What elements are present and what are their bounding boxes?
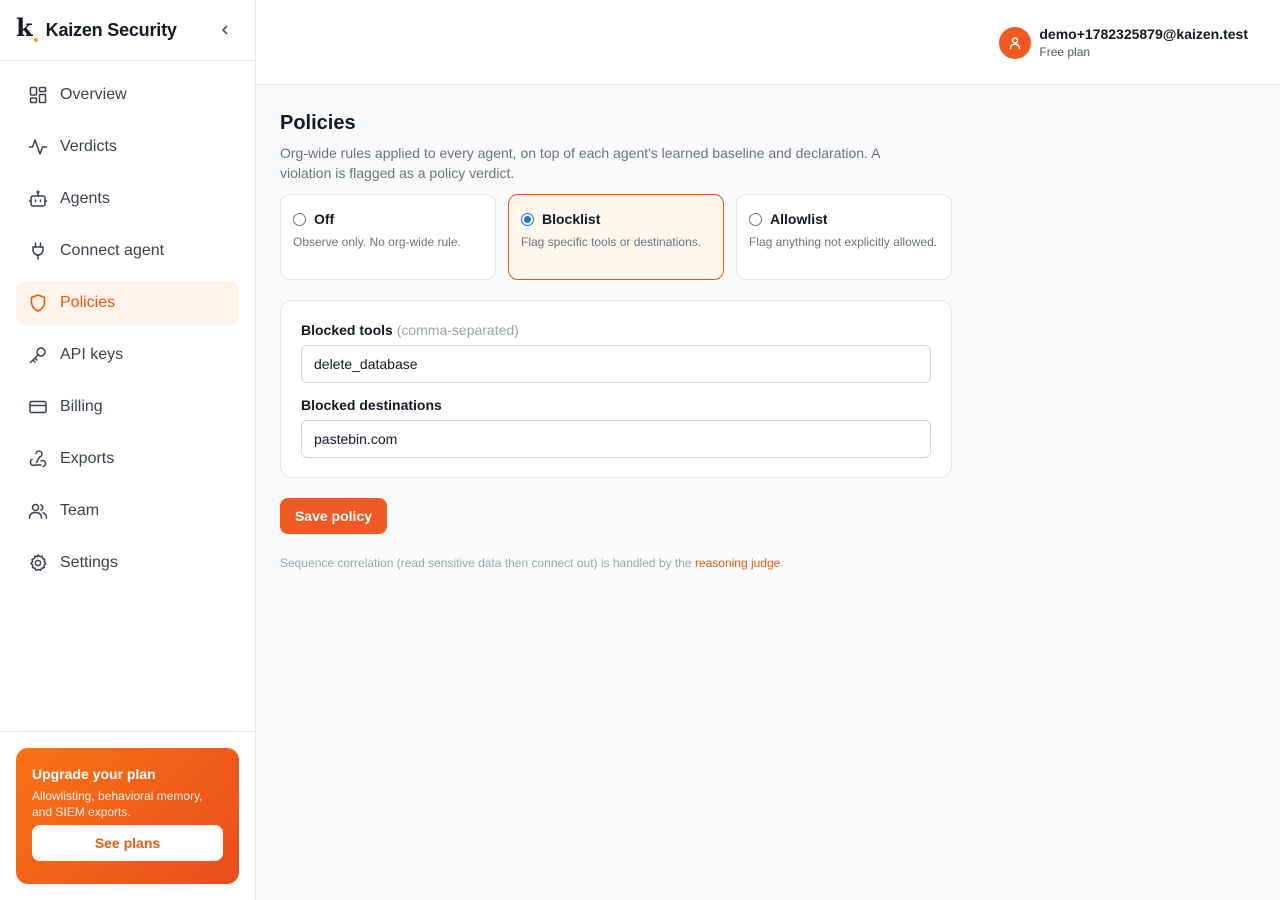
mode-radio-off[interactable]: [293, 212, 306, 226]
user-menu[interactable]: demo+1782325879@kaizen.test Free plan: [999, 26, 1248, 59]
reasoning-judge-link[interactable]: reasoning judge: [695, 556, 780, 570]
mode-label: Allowlist: [770, 211, 828, 227]
save-policy-button[interactable]: Save policy: [280, 498, 387, 534]
mode-label: Off: [314, 211, 335, 227]
mode-option-allowlist[interactable]: Allowlist Flag anything not explicitly a…: [736, 194, 952, 280]
brand-name: Kaizen Security: [45, 19, 177, 40]
users-icon: [28, 503, 48, 519]
mode-option-blocklist[interactable]: Blocklist Flag specific tools or destina…: [508, 194, 724, 280]
sidebar-item-label: Policies: [60, 294, 116, 311]
main-content: Policies Org-wide rules applied to every…: [280, 112, 952, 570]
mode-description: Observe only. No org-wide rule.: [293, 235, 461, 249]
sidebar-item-verdicts[interactable]: Verdicts: [16, 125, 239, 169]
sidebar-item-policies[interactable]: Policies: [16, 281, 239, 325]
sidebar-item-label: Exports: [60, 450, 115, 467]
sidebar-item-label: Verdicts: [60, 138, 117, 155]
shield-icon: [30, 294, 46, 312]
sidebar-item-api-keys[interactable]: API keys: [16, 333, 239, 377]
sidebar-item-label: API keys: [60, 346, 124, 363]
mode-radio-allowlist[interactable]: [749, 212, 762, 226]
footnote: Sequence correlation (read sensitive dat…: [280, 556, 784, 570]
gear-icon: [30, 554, 47, 572]
credit-card-icon: [29, 400, 47, 414]
blocklist-form: Blocked tools (comma-separated) Blocked …: [280, 300, 952, 478]
sidebar-item-label: Overview: [60, 86, 127, 103]
grid-icon: [29, 86, 47, 104]
collapse-sidebar-button[interactable]: [215, 20, 235, 40]
brand-logo: k: [16, 16, 38, 42]
sidebar-item-team[interactable]: Team: [16, 489, 239, 533]
blocked-tools-input[interactable]: [301, 345, 931, 383]
mode-option-off[interactable]: Off Observe only. No org-wide rule.: [280, 194, 496, 280]
activity-icon: [28, 139, 48, 155]
sidebar-item-label: Team: [60, 502, 100, 519]
see-plans-button[interactable]: See plans: [32, 825, 223, 861]
mode-label: Blocklist: [542, 211, 601, 227]
brand: k Kaizen Security: [0, 0, 255, 61]
chevron-left-icon: [222, 25, 228, 35]
user-email: demo+1782325879@kaizen.test: [1039, 26, 1248, 42]
page-title: Policies: [280, 112, 356, 134]
sidebar-item-settings[interactable]: Settings: [16, 541, 239, 585]
user-icon: [1010, 36, 1021, 49]
upgrade-text: Allowlisting, behavioral memory, and SIE…: [32, 789, 203, 819]
blocked-tools-label: Blocked tools (comma-separated): [301, 322, 519, 338]
sidebar-item-overview[interactable]: Overview: [16, 73, 239, 117]
blocked-destinations-input[interactable]: [301, 420, 931, 458]
avatar[interactable]: [999, 26, 1032, 59]
page-description: Org-wide rules applied to every agent, o…: [280, 145, 880, 181]
sidebar-item-label: Settings: [60, 554, 118, 571]
upgrade-title: Upgrade your plan: [32, 766, 156, 782]
sidebar-item-billing[interactable]: Billing: [16, 385, 239, 429]
topbar: demo+1782325879@kaizen.test Free plan: [256, 0, 1280, 85]
mode-radio-blocklist[interactable]: [521, 212, 534, 226]
bot-icon: [28, 190, 48, 207]
sidebar-item-connect-agent[interactable]: Connect agent: [16, 229, 239, 273]
mode-description: Flag specific tools or destinations.: [521, 235, 702, 249]
sidebar-item-label: Billing: [60, 398, 103, 415]
sidebar-footer: Upgrade your plan Allowlisting, behavior…: [0, 731, 255, 900]
sidebar-item-agents[interactable]: Agents: [16, 177, 239, 221]
plug-icon: [32, 242, 44, 260]
upgrade-card: Upgrade your plan Allowlisting, behavior…: [16, 748, 239, 884]
mode-description: Flag anything not explicitly allowed.: [749, 235, 938, 249]
sidebar-nav: Overview Verdicts Agents Connect agent P…: [0, 61, 255, 605]
user-plan: Free plan: [1039, 45, 1091, 59]
blocked-tools-hint: (comma-separated): [396, 322, 519, 338]
webhook-icon: [29, 450, 47, 468]
sidebar-item-label: Connect agent: [60, 242, 165, 259]
key-icon: [29, 347, 46, 364]
sidebar-item-label: Agents: [60, 190, 110, 207]
sidebar: k Kaizen Security Overview Verdicts Agen…: [0, 0, 256, 900]
blocked-destinations-label: Blocked destinations: [301, 397, 442, 413]
policy-mode-options: Off Observe only. No org-wide rule. Bloc…: [280, 194, 952, 280]
sidebar-item-exports[interactable]: Exports: [16, 437, 239, 481]
